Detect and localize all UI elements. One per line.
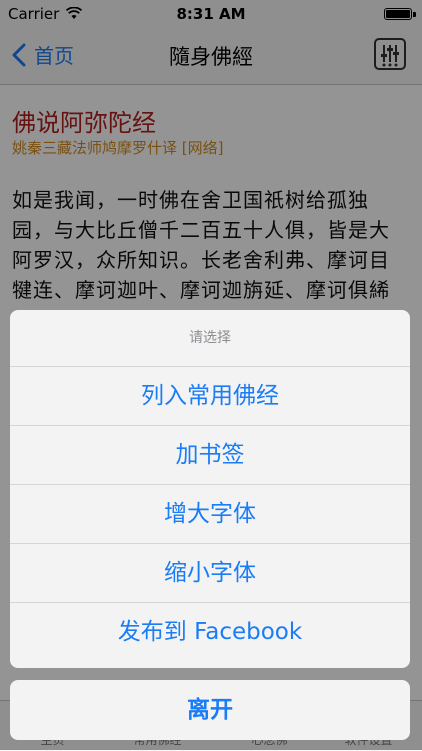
decrease-font-button[interactable]: 缩小字体 [10, 544, 410, 603]
action-sheet-title: 请选择 [10, 310, 410, 367]
add-bookmark-button[interactable]: 加书签 [10, 426, 410, 485]
increase-font-button[interactable]: 增大字体 [10, 485, 410, 544]
add-to-favorites-button[interactable]: 列入常用佛经 [10, 367, 410, 426]
share-facebook-button[interactable]: 发布到 Facebook [10, 603, 410, 661]
cancel-button[interactable]: 离开 [10, 680, 410, 740]
action-sheet: 请选择 列入常用佛经 加书签 增大字体 缩小字体 发布到 Facebook [10, 310, 410, 668]
